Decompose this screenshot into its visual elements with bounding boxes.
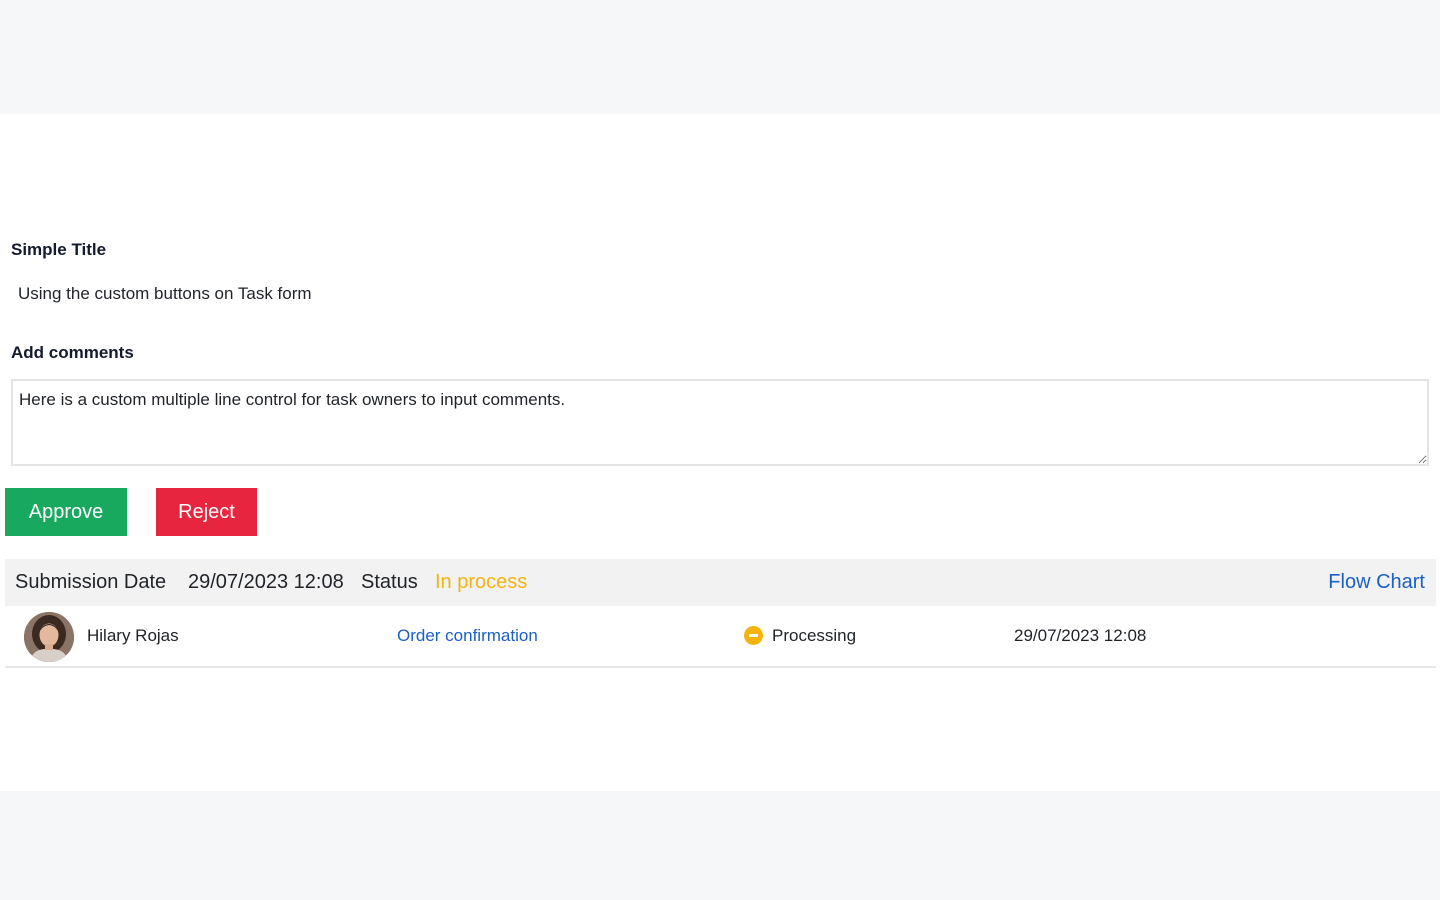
- task-date: 29/07/2023 12:08: [1014, 626, 1147, 645]
- simple-title-value: Using the custom buttons on Task form: [18, 284, 312, 303]
- task-step-link[interactable]: Order confirmation: [397, 626, 538, 646]
- table-row: Hilary Rojas Order confirmation Processi…: [5, 606, 1436, 668]
- approve-button[interactable]: Approve: [5, 488, 127, 536]
- submission-status-bar: Submission Date 29/07/2023 12:08 Status …: [5, 559, 1436, 606]
- status-value: In process: [435, 571, 528, 593]
- task-owner-name: Hilary Rojas: [87, 626, 179, 645]
- submission-date-value: 29/07/2023 12:08: [188, 571, 344, 593]
- reject-button[interactable]: Reject: [156, 488, 257, 536]
- flow-chart-link[interactable]: Flow Chart: [1328, 571, 1425, 594]
- task-status: Processing: [772, 626, 857, 645]
- avatar: [24, 612, 74, 662]
- simple-title-label: Simple Title: [11, 240, 107, 259]
- task-form-panel: Simple Title Using the custom buttons on…: [0, 114, 1440, 791]
- status-label: Status: [361, 571, 418, 593]
- comments-textarea[interactable]: Here is a custom multiple line control f…: [11, 379, 1429, 466]
- user-avatar-icon: [24, 612, 74, 662]
- add-comments-label: Add comments: [11, 343, 134, 362]
- minus-circle-icon: [744, 626, 763, 645]
- submission-date-label: Submission Date: [15, 571, 167, 593]
